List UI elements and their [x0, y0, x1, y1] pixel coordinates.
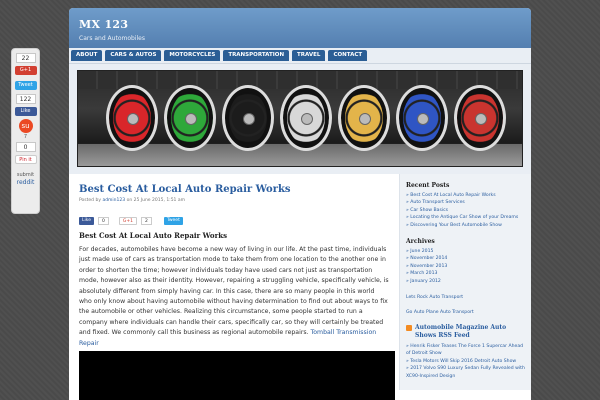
list-item[interactable]: Discovering Your Best Automobile Show: [406, 222, 525, 229]
nav-item-contact[interactable]: CONTACT: [328, 50, 368, 61]
rss-feed-title[interactable]: Automobile Magazine Auto Shows RSS Feed: [415, 324, 525, 340]
pin-count: 0: [15, 142, 36, 152]
wheel-image: [106, 85, 158, 151]
meta-author-link[interactable]: admin123: [102, 198, 125, 203]
tweet-button[interactable]: Tweet: [163, 217, 183, 225]
pinterest-button[interactable]: Pin it: [14, 155, 37, 164]
post-meta: Posted by admin123 on 25 June 2015, 1:51…: [79, 198, 389, 203]
meta-date: on 25 June 2015, 1:51 am: [126, 198, 185, 203]
list-item[interactable]: Auto Transport Services: [406, 199, 525, 206]
site-tagline: Cars and Automobiles: [79, 35, 145, 42]
rss-feed-header: Automobile Magazine Auto Shows RSS Feed: [406, 324, 525, 340]
recent-posts-list: Best Cost At Local Auto Repair Works Aut…: [406, 192, 525, 229]
lets-rock-link[interactable]: Lets Rock Auto Transport: [406, 294, 525, 301]
list-item[interactable]: November 2014: [406, 255, 525, 262]
main-nav: ABOUT CARS & AUTOS MOTORCYCLES TRANSPORT…: [69, 48, 531, 64]
stumble-count: 7: [23, 134, 28, 140]
page-container: MX 123 Cars and Automobiles ABOUT CARS &…: [69, 8, 531, 400]
like-count: 0: [97, 217, 109, 225]
content-area: Best Cost At Local Auto Repair Works Pos…: [69, 174, 531, 400]
gplus-count: 2: [140, 217, 152, 225]
hero-banner-image: [77, 70, 523, 167]
post-social-row: Like 0 G+1 2 Tweet: [79, 217, 389, 225]
list-item[interactable]: Best Cost At Local Auto Repair Works: [406, 192, 525, 199]
post-body: For decades, automobiles have become a n…: [79, 245, 389, 349]
wheel-image: [222, 85, 274, 151]
site-header: MX 123 Cars and Automobiles: [69, 8, 531, 48]
wheel-image: [396, 85, 448, 151]
list-item[interactable]: Locating the Antique Car Show of your Dr…: [406, 214, 525, 221]
reddit-link[interactable]: reddit: [17, 179, 35, 186]
post-body-text: For decades, automobiles have become a n…: [79, 246, 389, 337]
wheel-image: [280, 85, 332, 151]
nav-item-transportation[interactable]: TRANSPORTATION: [223, 50, 290, 61]
share-count: 22: [15, 53, 36, 63]
google-plus-button[interactable]: G+1: [118, 217, 137, 225]
list-item[interactable]: Tesla Motors Will Skip 2016 Detroit Auto…: [406, 358, 525, 365]
facebook-like-button[interactable]: Like: [14, 107, 37, 116]
list-item[interactable]: Car Show Basics: [406, 207, 525, 214]
post-subheading: Best Cost At Local Auto Repair Works: [79, 231, 228, 240]
post-title[interactable]: Best Cost At Local Auto Repair Works: [79, 184, 389, 195]
nav-item-motorcycles[interactable]: MOTORCYCLES: [164, 50, 221, 61]
go-auto-plane-link[interactable]: Go Auto Plane Auto Transport: [406, 309, 525, 316]
archives-heading: Archives: [406, 238, 435, 246]
nav-item-cars-autos[interactable]: CARS & AUTOS: [105, 50, 162, 61]
wheel-image: [338, 85, 390, 151]
tweet-button[interactable]: Tweet: [14, 81, 37, 90]
like-count: 122: [15, 94, 36, 104]
list-item[interactable]: November 2013: [406, 263, 525, 270]
stumbleupon-icon[interactable]: su: [18, 119, 33, 133]
hero-banner-wrap: [69, 64, 531, 174]
list-item[interactable]: Henrik Fisker Teases The Force 1 Superca…: [406, 343, 525, 358]
facebook-like-button[interactable]: Like: [79, 217, 94, 225]
video-player[interactable]: [79, 351, 395, 400]
reddit-submit-label[interactable]: submit: [17, 172, 34, 178]
post-main: Best Cost At Local Auto Repair Works Pos…: [69, 174, 399, 400]
rss-icon[interactable]: [406, 325, 412, 332]
archives-list: June 2015 November 2014 November 2013 Ma…: [406, 248, 525, 285]
sidebar: Recent Posts Best Cost At Local Auto Rep…: [399, 174, 531, 390]
list-item[interactable]: 2017 Volvo S90 Luxury Sedan Fully Reveal…: [406, 365, 525, 380]
wheel-image: [164, 85, 216, 151]
nav-item-about[interactable]: ABOUT: [71, 50, 103, 61]
meta-posted-label: Posted by: [79, 198, 101, 203]
nav-item-travel[interactable]: TRAVEL: [292, 50, 326, 61]
wheel-image: [454, 85, 506, 151]
social-share-bar: 22 G+1 Tweet 122 Like su 7 0 Pin it subm…: [11, 48, 40, 214]
recent-posts-heading: Recent Posts: [406, 182, 450, 189]
list-item[interactable]: June 2015: [406, 248, 525, 255]
list-item[interactable]: January 2012: [406, 278, 525, 285]
list-item[interactable]: March 2013: [406, 270, 525, 277]
rss-feed-list: Henrik Fisker Teases The Force 1 Superca…: [406, 343, 525, 380]
site-title[interactable]: MX 123: [79, 18, 521, 31]
google-plus-button[interactable]: G+1: [14, 66, 37, 75]
